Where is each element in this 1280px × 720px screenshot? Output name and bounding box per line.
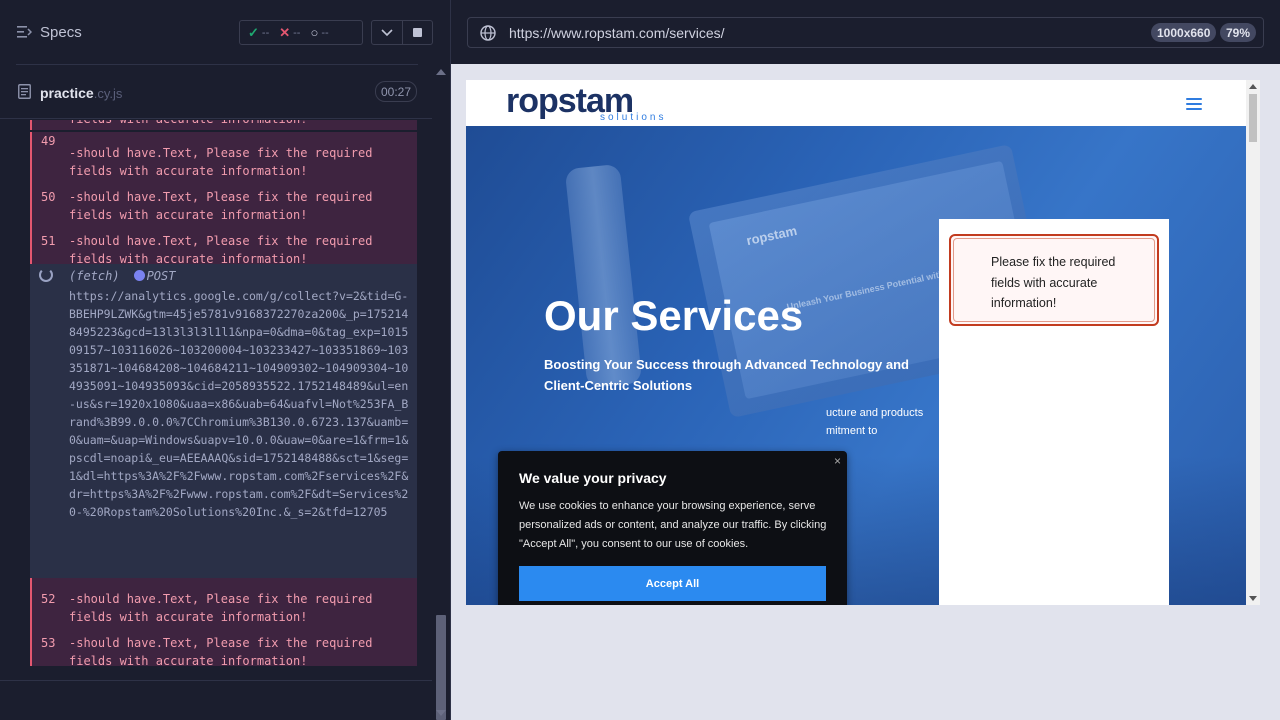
hero-subtitle: Boosting Your Success through Advanced T… <box>544 357 910 393</box>
document-icon <box>18 84 31 99</box>
fetch-method: POST <box>146 269 176 283</box>
command-number: 52 <box>41 592 56 606</box>
cookie-consent-dialog: × We value your privacy We use cookies t… <box>498 451 847 605</box>
divider <box>16 64 418 65</box>
close-icon[interactable]: × <box>834 454 841 468</box>
command-log-scrollbar[interactable] <box>432 65 450 720</box>
loading-spinner-icon <box>39 268 53 282</box>
command-text: -should have.Text, Please fix the requir… <box>69 190 373 222</box>
command-row[interactable]: 49 -should have.Text, Please fix the req… <box>30 132 417 178</box>
command-number: 49 <box>41 134 56 148</box>
specs-label[interactable]: Specs <box>40 24 82 41</box>
scroll-thumb[interactable] <box>436 615 446 720</box>
command-row-partial[interactable]: fields with accurate information! <box>30 120 417 130</box>
command-row[interactable]: 53 -should have.Text, Please fix the req… <box>30 622 417 666</box>
command-number: 50 <box>41 190 56 204</box>
url-bar-area: https://www.ropstam.com/services/ 1000x6… <box>451 0 1280 64</box>
specs-header: Specs ✓ -- ✕ -- ○ -- <box>0 0 450 65</box>
fetch-label: (fetch) <box>69 269 120 283</box>
duration-badge: 00:27 <box>375 81 417 102</box>
zoom-badge[interactable]: 79% <box>1220 23 1257 42</box>
scroll-up-icon[interactable] <box>436 69 446 75</box>
stop-icon <box>412 28 422 37</box>
cookie-title: We value your privacy <box>519 470 667 486</box>
fetch-request-row[interactable]: (fetch) POST https://analytics.google.com… <box>30 264 417 578</box>
command-text: -should have.Text, Please fix the requir… <box>69 234 373 266</box>
site-logo[interactable]: ropstam solutions <box>506 82 663 123</box>
validation-error-alert: Please fix the required fields with accu… <box>949 234 1159 326</box>
scroll-down-icon[interactable] <box>436 710 446 716</box>
app-under-test-frame: ropstam solutions ropstam Unleash Your B… <box>466 80 1260 605</box>
logo-subtext: solutions <box>600 112 667 123</box>
pending-count: -- <box>321 26 329 39</box>
specs-list-icon[interactable] <box>17 25 32 39</box>
viewport-size-badge[interactable]: 1000x660 <box>1151 23 1217 42</box>
page-scrollbar[interactable] <box>1246 80 1260 605</box>
command-text: -should have.Text, Please fix the requir… <box>69 592 373 624</box>
fetch-header: (fetch) POST <box>69 269 175 283</box>
failed-stat: ✕ -- <box>279 25 300 41</box>
x-icon: ✕ <box>279 24 291 40</box>
command-row[interactable]: 51 -should have.Text, Please fix the req… <box>30 220 417 266</box>
check-icon: ✓ <box>248 24 259 40</box>
command-list: fields with accurate information! 49 -sh… <box>30 120 417 666</box>
globe-icon <box>480 25 496 41</box>
hamburger-menu-icon[interactable] <box>1186 98 1202 110</box>
divider <box>0 680 432 681</box>
command-row[interactable]: 50 -should have.Text, Please fix the req… <box>30 176 417 222</box>
request-dot-icon <box>133 270 145 281</box>
scroll-down-icon[interactable] <box>1249 596 1257 601</box>
spec-file-basename: practice <box>40 85 94 101</box>
pending-circle-icon: ○ <box>310 25 319 40</box>
alert-message: Please fix the required fields with accu… <box>991 255 1116 310</box>
scroll-up-icon[interactable] <box>1249 84 1257 89</box>
runner-controls <box>371 20 433 45</box>
command-number: 53 <box>41 636 56 650</box>
spec-file-ext: .cy.js <box>93 86 123 101</box>
pending-stat: ○ -- <box>310 25 328 40</box>
site-header: ropstam solutions <box>466 80 1246 126</box>
command-row[interactable]: 52 -should have.Text, Please fix the req… <box>30 578 417 624</box>
test-stats: ✓ -- ✕ -- ○ -- <box>239 20 363 45</box>
spec-file-name[interactable]: practice.cy.js <box>40 85 122 101</box>
spec-file-row: practice.cy.js 00:27 <box>0 66 432 119</box>
passed-stat: ✓ -- <box>248 25 269 41</box>
command-number: 51 <box>41 234 56 248</box>
url-bar[interactable]: https://www.ropstam.com/services/ 1000x6… <box>467 17 1264 48</box>
chevron-down-icon <box>381 28 393 36</box>
fetch-url: https://analytics.google.com/g/collect?v… <box>69 289 409 519</box>
url-text[interactable]: https://www.ropstam.com/services/ <box>509 25 725 41</box>
failed-count: -- <box>293 26 301 39</box>
accept-all-button[interactable]: Accept All <box>519 566 826 601</box>
hero-title: Our Services <box>544 292 804 339</box>
collapse-button[interactable] <box>372 21 402 44</box>
hero-section: ropstam Unleash Your Business Potential … <box>466 126 1246 605</box>
contact-form-card: Please fix the required fields with accu… <box>939 219 1169 605</box>
passed-count: -- <box>261 26 270 39</box>
command-log-panel: Specs ✓ -- ✕ -- ○ -- practice.cy.js 00:2… <box>0 0 450 720</box>
command-text: fields with accurate information! <box>69 120 307 128</box>
scroll-thumb[interactable] <box>1249 94 1257 142</box>
app-preview-panel: https://www.ropstam.com/services/ 1000x6… <box>451 0 1280 720</box>
command-text: -should have.Text, Please fix the requir… <box>69 146 373 178</box>
cookie-body: We use cookies to enhance your browsing … <box>519 500 827 550</box>
command-text: -should have.Text, Please fix the requir… <box>69 636 373 666</box>
hero-body-text: ucture and products mitment to <box>826 407 924 437</box>
stop-button[interactable] <box>401 21 432 44</box>
